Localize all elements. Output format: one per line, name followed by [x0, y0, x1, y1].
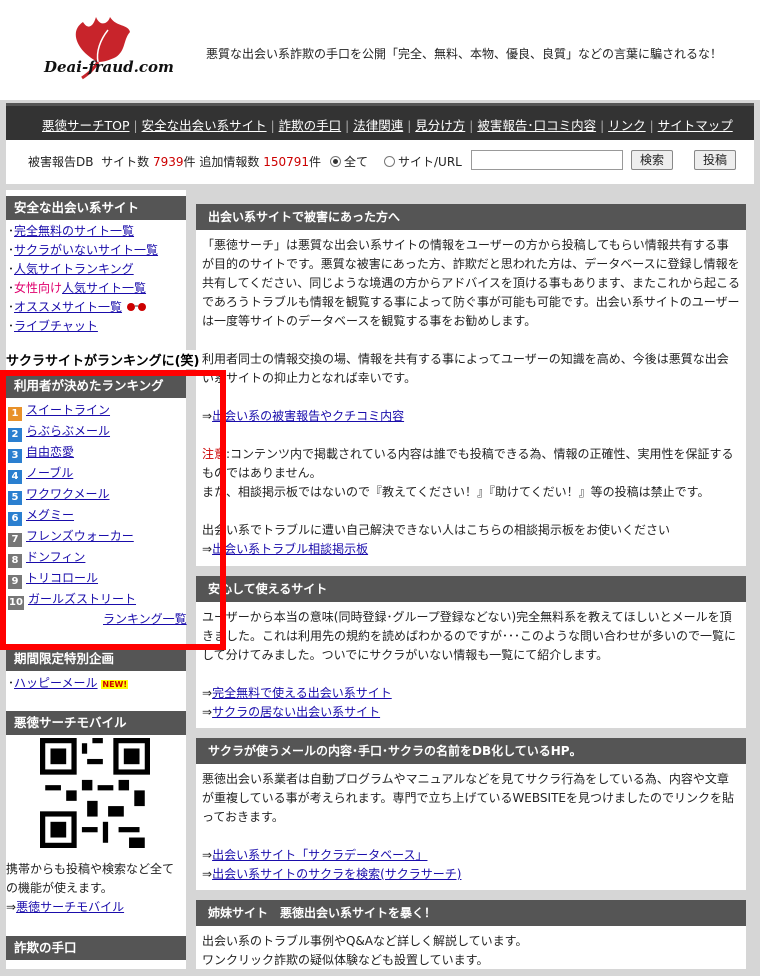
mobile-text: 携帯からも投稿や検索など全ての機能が使えます。	[6, 862, 175, 895]
post-button[interactable]: 投稿	[694, 150, 736, 170]
main-nav: 悪徳サーチTOP | 安全な出会い系サイト | 詐欺の手口 | 法律関連 | 見分け方 | 被害報告…	[6, 103, 754, 140]
ranking-item-4[interactable]: ノーブル	[26, 466, 73, 480]
sidebar-item-free[interactable]: 完全無料のサイト一覧	[14, 224, 134, 238]
search-input[interactable]	[471, 150, 623, 170]
section-sister-heading: 姉妹サイト 悪徳出会い系サイトを暴く！	[196, 900, 746, 926]
nav-links[interactable]: リンク	[608, 118, 646, 133]
sidebar-item-popular-ranking[interactable]: 人気サイトランキング	[14, 262, 134, 276]
section-sakura-text: 悪徳出会い系業者は自動プログラムやマニュアルなどを見てサクラ行為をしている為、内…	[202, 772, 734, 824]
sunglasses-icon	[126, 303, 146, 311]
sidebar: 安全な出会い系サイト ･完全無料のサイト一覧 ･サクラがいないサイト一覧 ･人気…	[6, 190, 187, 969]
radio-site-url[interactable]: サイト/URL	[384, 153, 462, 170]
limited-heading: 期間限定特別企画	[6, 647, 186, 671]
nav-sitemap[interactable]: サイトマップ	[658, 118, 733, 133]
rank-8-badge: 8	[8, 554, 22, 568]
reports-link[interactable]: 出会い系の被害報告やクチコミ内容	[212, 409, 404, 423]
fraud-heading: 詐欺の手口	[6, 936, 186, 960]
ranking-item-6[interactable]: メグミー	[26, 508, 74, 522]
mobile-heading: 悪徳サーチモバイル	[6, 711, 186, 735]
rank-10-badge: 10	[8, 596, 24, 610]
rank-9-badge: 9	[8, 575, 22, 589]
logo-text[interactable]: Deai-fraud.com	[44, 58, 174, 76]
rank-7-badge: 7	[8, 533, 22, 547]
section-sister: 姉妹サイト 悪徳出会い系サイトを暴く！ 出会い系のトラブル事例やQ&Aなど詳しく…	[196, 900, 746, 969]
section-victims-heading: 出会い系サイトで被害にあった方へ	[196, 204, 746, 230]
rank-4-badge: 4	[8, 470, 22, 484]
consult-text: 出会い系でトラブルに遭い自己解決できない人はこちらの相談掲示板をお使いください	[202, 523, 671, 537]
nav-top[interactable]: 悪徳サーチTOP	[42, 118, 130, 133]
ranking-item-3[interactable]: 自由恋愛	[26, 445, 74, 459]
sidebar-item-no-sakura[interactable]: サクラがいないサイト一覧	[14, 243, 158, 257]
new-badge: NEW!	[101, 680, 129, 689]
radio-site-icon[interactable]	[384, 156, 395, 167]
ranking-item-7[interactable]: フレンズウォーカー	[26, 529, 134, 543]
nav-reports[interactable]: 被害報告･口コミ内容	[477, 118, 596, 133]
ranking-heading: 利用者が決めたランキング	[6, 374, 186, 398]
ranking-item-5[interactable]: ワクワクメール	[26, 487, 110, 501]
section-sister-text-2: ワンクリック詐欺の疑似体験なども設置しています。	[202, 953, 489, 967]
sakura-search-link[interactable]: 出会い系サイトのサクラを検索(サクラサーチ)	[212, 867, 461, 881]
nav-safe-sites[interactable]: 安全な出会い系サイト	[142, 118, 267, 133]
notice-label: 注意	[202, 447, 227, 461]
nav-law[interactable]: 法律関連	[353, 118, 403, 133]
radio-all-icon[interactable]	[330, 156, 341, 167]
section-sakura-db: サクラが使うメールの内容･手口･サクラの名前をDB化しているHP。 悪徳出会い系…	[196, 738, 746, 890]
rank-1-badge: 1	[8, 407, 22, 421]
consult-board-link[interactable]: 出会い系トラブル相談掲示板	[212, 542, 368, 556]
notice-text-2: また、相談掲示板ではないので『教えてください！』『助けてくだい！』等の投稿は禁止…	[202, 485, 710, 499]
qr-code-icon[interactable]	[40, 738, 150, 848]
rank-3-badge: 3	[8, 449, 22, 463]
section-safe: 安心して使えるサイト ユーザーから本当の意味(同時登録･グループ登録などない)完…	[196, 576, 746, 728]
safe-sites-heading: 安全な出会い系サイト	[6, 196, 186, 220]
section-victims: 出会い系サイトで被害にあった方へ 「悪徳サーチ」は悪質な出会い系サイトの情報をユ…	[196, 204, 746, 566]
annotation-title: サクラサイトがランキングに(笑)	[6, 350, 200, 369]
logo-leaf-icon[interactable]	[38, 12, 188, 92]
mobile-link[interactable]: 悪徳サーチモバイル	[16, 900, 124, 914]
sidebar-item-live-chat[interactable]: ライブチャット	[14, 319, 98, 333]
sakura-database-link[interactable]: 出会い系サイト「サクラデータベース」	[212, 848, 427, 862]
nav-how-to-tell[interactable]: 見分け方	[415, 118, 465, 133]
search-bar: 被害報告DB サイト数 7939件 追加情報数 150791件 全て サイト/U…	[6, 140, 754, 184]
section-victims-purpose: 利用者同士の情報交換の場、情報を共有する事によってユーザーの知識を高め、今後は悪…	[202, 352, 729, 385]
section-safe-text: ユーザーから本当の意味(同時登録･グループ登録などない)完全無料系を教えてほしい…	[202, 610, 737, 662]
sidebar-item-happy-mail[interactable]: ハッピーメール	[14, 676, 98, 690]
db-stats: 被害報告DB サイト数 7939件 追加情報数 150791件	[28, 155, 322, 169]
ranking-item-10[interactable]: ガールズストリート	[28, 592, 136, 606]
site-count: 7939	[152, 155, 184, 169]
search-button[interactable]: 検索	[631, 150, 673, 170]
ranking-more-link[interactable]: ランキング一覧	[103, 612, 187, 626]
section-safe-heading: 安心して使えるサイト	[196, 576, 746, 602]
header-tagline: 悪質な出会い系詐欺の手口を公開「完全、無料、本物、優良、良質」などの言葉に騙され…	[206, 47, 723, 61]
site-header: Deai-fraud.com 悪質な出会い系詐欺の手口を公開「完全、無料、本物、…	[0, 0, 760, 100]
ranking-item-2[interactable]: らぶらぶメール	[26, 424, 110, 438]
women-prefix: 女性向け	[14, 281, 63, 295]
extra-count: 150791	[263, 155, 310, 169]
rank-6-badge: 6	[8, 512, 22, 526]
ranking-item-8[interactable]: ドンフィン	[26, 550, 85, 564]
section-sister-text-1: 出会い系のトラブル事例やQ&Aなど詳しく解説しています。	[202, 934, 528, 948]
free-sites-link[interactable]: 完全無料で使える出会い系サイト	[212, 686, 392, 700]
radio-all[interactable]: 全て	[330, 153, 368, 170]
section-sakura-heading: サクラが使うメールの内容･手口･サクラの名前をDB化しているHP。	[196, 738, 746, 764]
section-victims-intro: 「悪徳サーチ」は悪質な出会い系サイトの情報をユーザーの方から投稿してもらい情報共…	[202, 238, 740, 328]
rank-5-badge: 5	[8, 491, 22, 505]
nav-fraud-methods[interactable]: 詐欺の手口	[279, 118, 342, 133]
ranking-item-1[interactable]: スイートライン	[26, 403, 110, 417]
ranking-item-9[interactable]: トリコロール	[26, 571, 98, 585]
no-sakura-link[interactable]: サクラの居ない出会い系サイト	[212, 705, 380, 719]
notice-text: :コンテンツ内で掲載されている内容は誰でも投稿できる為、情報の正確性、実用性を保…	[202, 447, 734, 480]
sidebar-item-recommended[interactable]: オススメサイト一覧	[14, 300, 122, 314]
rank-2-badge: 2	[8, 428, 22, 442]
sidebar-item-women-popular[interactable]: 人気サイト一覧	[62, 281, 146, 295]
